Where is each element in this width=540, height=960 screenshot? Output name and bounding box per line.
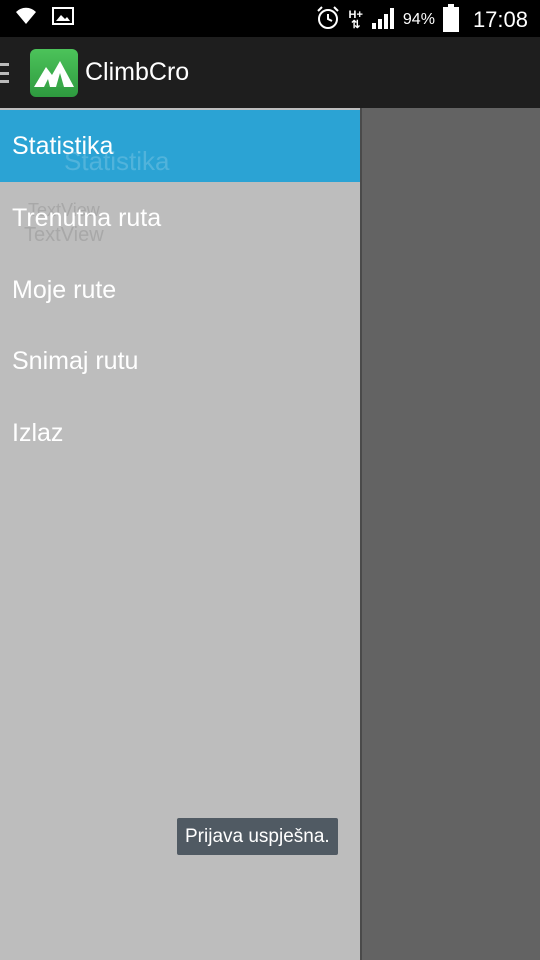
drawer-item-snimaj-rutu[interactable]: Snimaj rutu xyxy=(0,325,360,397)
wifi-icon xyxy=(14,6,38,30)
mountain-icon[interactable] xyxy=(30,49,78,97)
battery-percent: 94% xyxy=(402,11,435,28)
drawer-item-trenutna-ruta[interactable]: Trenutna ruta xyxy=(0,182,360,254)
image-icon xyxy=(52,6,74,30)
action-bar: ClimbCro xyxy=(0,37,540,108)
drawer-item-moje-rute[interactable]: Moje rute xyxy=(0,254,360,326)
drawer-item-label: Trenutna ruta xyxy=(12,203,162,232)
signal-icon xyxy=(371,7,395,33)
drawer-item-izlaz[interactable]: Izlaz xyxy=(0,397,360,469)
alarm-icon xyxy=(315,5,341,35)
ghost-heading: Statistika xyxy=(64,146,170,176)
toast-message: Prijava uspješna. xyxy=(177,818,338,855)
battery-icon xyxy=(442,4,459,36)
status-bar: H+ ⇅ 94% 17:08 xyxy=(0,0,540,37)
drawer-item-label: Snimaj rutu xyxy=(12,346,139,375)
drawer-item-statistika[interactable]: Statistika Statistika xyxy=(0,110,360,182)
app-title: ClimbCro xyxy=(85,58,190,86)
drawer-item-label: Izlaz xyxy=(12,418,64,447)
network-icon: H+ ⇅ xyxy=(348,9,363,31)
clock: 17:08 xyxy=(472,7,528,32)
drawer-item-label: Moje rute xyxy=(12,275,117,304)
menu-icon[interactable] xyxy=(0,63,9,83)
